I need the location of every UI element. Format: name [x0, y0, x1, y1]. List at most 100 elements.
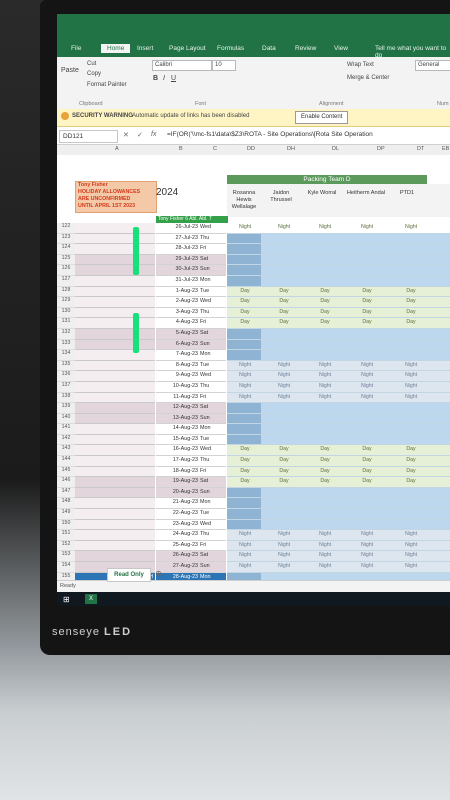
row-number[interactable]: 147 [57, 487, 75, 499]
merge-center-button[interactable]: Merge & Center [347, 75, 389, 81]
shift-cell[interactable]: Day [265, 287, 303, 297]
row-number[interactable]: 152 [57, 540, 75, 552]
shift-cell[interactable]: Night [305, 393, 345, 403]
wrap-text-button[interactable]: Wrap Text [347, 62, 374, 68]
column-a-cell[interactable] [75, 339, 155, 351]
date-row[interactable]: 26-Aug-23 Sat [156, 551, 226, 562]
date-row[interactable]: 21-Aug-23 Mon [156, 498, 226, 510]
shift-cell[interactable]: Day [265, 297, 303, 307]
row-number[interactable]: 131 [57, 318, 75, 329]
column-a-cell[interactable] [75, 540, 155, 552]
date-row[interactable]: 28-Jul-23 Fri [156, 244, 226, 255]
shift-cell[interactable]: Day [227, 287, 263, 297]
shift-cell[interactable]: Day [305, 318, 345, 328]
column-a-cell[interactable] [75, 244, 155, 255]
shift-cell[interactable]: Day [305, 467, 345, 477]
shift-cell[interactable]: Day [389, 287, 433, 297]
row-number[interactable]: 132 [57, 328, 75, 340]
shift-cell[interactable]: Day [305, 308, 345, 318]
shift-cell[interactable]: Night [305, 562, 345, 572]
format-painter-button[interactable]: Format Painter [87, 82, 127, 88]
shift-cell[interactable]: Night [389, 371, 433, 381]
shift-cell[interactable]: Day [265, 477, 303, 487]
shift-cell[interactable]: Day [305, 287, 345, 297]
column-a-cell[interactable] [75, 307, 155, 319]
date-row[interactable]: 25-Aug-23 Fri [156, 540, 226, 552]
date-row[interactable]: 24-Aug-23 Thu [156, 530, 226, 541]
shift-cell[interactable]: Night [305, 382, 345, 392]
shift-cell[interactable]: Day [389, 467, 433, 477]
copy-button[interactable]: Copy [87, 71, 101, 77]
column-a-cell[interactable] [75, 392, 155, 404]
shift-cell[interactable]: Night [227, 223, 263, 233]
date-row[interactable]: 9-Aug-23 Wed [156, 371, 226, 382]
row-number[interactable]: 150 [57, 519, 75, 531]
column-a-cell[interactable] [75, 350, 155, 361]
shift-cell[interactable]: Night [389, 541, 433, 551]
shift-cell[interactable]: Day [347, 297, 387, 307]
shift-cell[interactable]: Night [389, 361, 433, 371]
date-row[interactable]: 26-Jul-23 Wed [156, 223, 226, 234]
shift-cell[interactable]: Night [347, 551, 387, 561]
date-row[interactable]: 8-Aug-23 Tue [156, 360, 226, 372]
shift-cell[interactable]: Night [347, 541, 387, 551]
shift-cell[interactable]: Night [389, 551, 433, 561]
row-number[interactable]: 146 [57, 477, 75, 488]
shift-cell[interactable]: Night [389, 393, 433, 403]
row-number[interactable]: 140 [57, 413, 75, 425]
column-a-cell[interactable] [75, 477, 155, 488]
shift-cell[interactable]: Day [347, 467, 387, 477]
shift-cell[interactable]: Day [347, 456, 387, 466]
shift-cell[interactable]: Night [227, 551, 263, 561]
column-a-cell[interactable] [75, 509, 155, 520]
font-size-select[interactable]: 10 [212, 60, 236, 71]
formula-input[interactable]: =IF(OR('\\mc-fs1\data\$Z3\ROTA - Site Op… [167, 131, 373, 138]
column-a-cell[interactable] [75, 371, 155, 382]
column-a-cell[interactable] [75, 360, 155, 372]
shift-cell[interactable]: Day [227, 477, 263, 487]
column-a-cell[interactable] [75, 487, 155, 499]
column-a-cell[interactable] [75, 328, 155, 340]
row-number[interactable]: 130 [57, 307, 75, 319]
row-number[interactable]: 148 [57, 498, 75, 510]
row-number[interactable]: 151 [57, 530, 75, 541]
column-a-cell[interactable] [75, 223, 155, 234]
italic-button[interactable]: I [163, 75, 165, 82]
row-number[interactable]: 144 [57, 456, 75, 467]
row-number[interactable]: 153 [57, 551, 75, 562]
shift-cell[interactable]: Night [389, 530, 433, 540]
date-row[interactable]: 17-Aug-23 Thu [156, 456, 226, 467]
date-row[interactable]: 1-Aug-23 Tue [156, 286, 226, 298]
shift-cell[interactable]: Day [227, 308, 263, 318]
date-row[interactable]: 18-Aug-23 Fri [156, 466, 226, 478]
row-number[interactable]: 134 [57, 350, 75, 361]
cancel-icon[interactable]: ✕ [123, 131, 129, 139]
row-number[interactable]: 123 [57, 233, 75, 245]
date-row[interactable]: 12-Aug-23 Sat [156, 403, 226, 414]
date-row[interactable]: 22-Aug-23 Tue [156, 509, 226, 520]
tab-file[interactable]: File [71, 45, 81, 52]
shift-cell[interactable]: Night [265, 530, 303, 540]
column-a-cell[interactable] [75, 530, 155, 541]
shift-cell[interactable]: Night [227, 393, 263, 403]
row-number[interactable]: 129 [57, 297, 75, 308]
shift-cell[interactable]: Day [227, 467, 263, 477]
enable-content-button[interactable]: Enable Content [295, 111, 349, 124]
font-name-select[interactable]: Calibri [152, 60, 212, 71]
row-number[interactable]: 142 [57, 434, 75, 446]
row-number[interactable]: 136 [57, 371, 75, 382]
date-row[interactable]: 13-Aug-23 Sun [156, 413, 226, 425]
column-a-cell[interactable] [75, 519, 155, 531]
shift-cell[interactable]: Night [227, 361, 263, 371]
column-a-cell[interactable] [75, 498, 155, 510]
column-a-cell[interactable] [75, 456, 155, 467]
tab-data[interactable]: Data [262, 45, 276, 52]
paste-button[interactable]: Paste [61, 67, 79, 74]
shift-cell[interactable]: Day [347, 477, 387, 487]
confirm-icon[interactable]: ✓ [137, 131, 143, 139]
shift-cell[interactable]: Night [265, 382, 303, 392]
column-header[interactable]: EB [442, 146, 449, 152]
shift-cell[interactable]: Day [347, 318, 387, 328]
tab-formulas[interactable]: Formulas [217, 45, 244, 52]
column-header[interactable]: B [179, 146, 183, 152]
